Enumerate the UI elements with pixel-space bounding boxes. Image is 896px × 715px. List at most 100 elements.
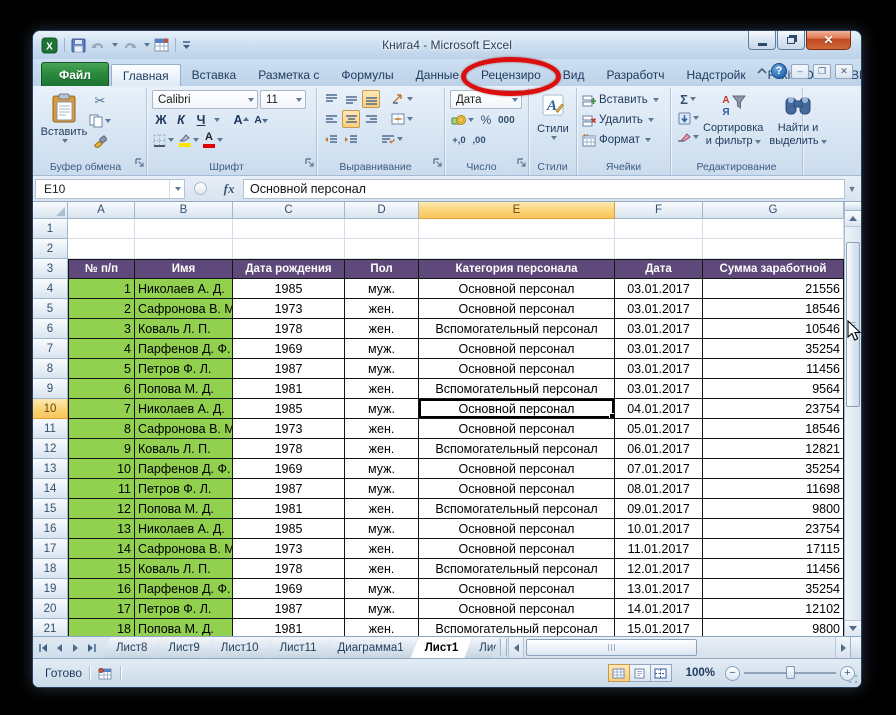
next-sheet-button[interactable] xyxy=(68,640,83,656)
row-header-5[interactable]: 5 xyxy=(33,299,68,319)
last-sheet-button[interactable] xyxy=(84,640,99,656)
page-break-view-button[interactable] xyxy=(649,664,672,682)
tab-area-splitter[interactable] xyxy=(500,639,507,656)
horizontal-scrollbar[interactable] xyxy=(523,637,835,658)
cell-E19[interactable]: Основной персонал xyxy=(419,579,615,599)
table-header-cell[interactable]: Категория персонала xyxy=(419,259,615,279)
cell-B2[interactable] xyxy=(135,239,233,259)
sheet-tab-sheet9[interactable]: Лист9 xyxy=(154,637,213,658)
macro-record-button[interactable] xyxy=(97,667,113,680)
formula-input[interactable]: Основной персонал xyxy=(243,178,845,199)
orientation-button[interactable] xyxy=(390,90,414,108)
cell-E6[interactable]: Вспомогательный персонал xyxy=(419,319,615,339)
cell-C20[interactable]: 1987 xyxy=(233,599,345,619)
cell-F1[interactable] xyxy=(615,219,703,239)
ribbon-tab-view[interactable]: Вид xyxy=(552,64,596,86)
cell-E17[interactable]: Основной персонал xyxy=(419,539,615,559)
cell-A5[interactable]: 2 xyxy=(68,299,135,319)
cell-E10[interactable]: Основной персонал xyxy=(419,399,615,419)
cell-C16[interactable]: 1985 xyxy=(233,519,345,539)
cell-C9[interactable]: 1981 xyxy=(233,379,345,399)
cell-C21[interactable]: 1981 xyxy=(233,619,345,636)
page-layout-view-button[interactable] xyxy=(628,664,651,682)
ribbon-tab-developer[interactable]: Разработч xyxy=(595,64,675,86)
cell-A20[interactable]: 17 xyxy=(68,599,135,619)
fill-button[interactable] xyxy=(676,109,700,127)
autosum-button[interactable]: Σ xyxy=(676,90,700,108)
vertical-scroll-thumb[interactable] xyxy=(846,242,860,407)
row-header-11[interactable]: 11 xyxy=(33,419,68,439)
cell-E15[interactable]: Вспомогательный персонал xyxy=(419,499,615,519)
cell-C15[interactable]: 1981 xyxy=(233,499,345,519)
cell-F13[interactable]: 07.01.2017 xyxy=(615,459,703,479)
cell-G10[interactable]: 23754 xyxy=(703,399,844,419)
cell-E5[interactable]: Основной персонал xyxy=(419,299,615,319)
scroll-up-button[interactable] xyxy=(845,211,861,227)
cell-A19[interactable]: 16 xyxy=(68,579,135,599)
italic-button[interactable]: К xyxy=(172,111,190,129)
cell-A21[interactable]: 18 xyxy=(68,619,135,636)
save-button[interactable] xyxy=(71,38,86,53)
cell-F9[interactable]: 03.01.2017 xyxy=(615,379,703,399)
cell-E1[interactable] xyxy=(419,219,615,239)
cell-D11[interactable]: жен. xyxy=(345,419,419,439)
collapse-ribbon-icon[interactable] xyxy=(757,68,767,74)
vertical-scrollbar[interactable] xyxy=(844,202,861,636)
cell-F17[interactable]: 11.01.2017 xyxy=(615,539,703,559)
cell-G16[interactable]: 23754 xyxy=(703,519,844,539)
cell-B16[interactable]: Николаев А. Д. xyxy=(135,519,233,539)
cell-B17[interactable]: Сафронова В. М. xyxy=(135,539,233,559)
hscroll-split-box[interactable] xyxy=(850,637,861,658)
row-header-3[interactable]: 3 xyxy=(33,259,68,279)
cell-G5[interactable]: 18546 xyxy=(703,299,844,319)
cell-D19[interactable]: муж. xyxy=(345,579,419,599)
cell-F8[interactable]: 03.01.2017 xyxy=(615,359,703,379)
ribbon-tab-formulas[interactable]: Формулы xyxy=(330,64,404,86)
cell-B19[interactable]: Парфенов Д. Ф. xyxy=(135,579,233,599)
increase-indent-button[interactable] xyxy=(342,130,360,148)
cell-A11[interactable]: 8 xyxy=(68,419,135,439)
cell-C4[interactable]: 1985 xyxy=(233,279,345,299)
cell-E11[interactable]: Основной персонал xyxy=(419,419,615,439)
cell-G21[interactable]: 9800 xyxy=(703,619,844,636)
scroll-down-button[interactable] xyxy=(845,620,861,636)
table-header-cell[interactable]: Пол xyxy=(345,259,419,279)
cell-G20[interactable]: 12102 xyxy=(703,599,844,619)
minimize-button[interactable] xyxy=(748,31,776,50)
find-select-button[interactable]: Найти и выделить xyxy=(766,90,829,151)
table-header-cell[interactable]: Дата рождения xyxy=(233,259,345,279)
cell-E13[interactable]: Основной персонал xyxy=(419,459,615,479)
cell-A15[interactable]: 12 xyxy=(68,499,135,519)
cell-F11[interactable]: 05.01.2017 xyxy=(615,419,703,439)
cell-D5[interactable]: жен. xyxy=(345,299,419,319)
cell-C8[interactable]: 1987 xyxy=(233,359,345,379)
number-format-combo[interactable]: Дата xyxy=(450,90,522,109)
cell-D15[interactable]: жен. xyxy=(345,499,419,519)
workbook-minimize-button[interactable]: – xyxy=(791,63,809,79)
undo-button[interactable] xyxy=(90,39,106,52)
row-header-12[interactable]: 12 xyxy=(33,439,68,459)
clipboard-dialog-launcher[interactable] xyxy=(135,154,144,172)
row-header-14[interactable]: 14 xyxy=(33,479,68,499)
row-header-13[interactable]: 13 xyxy=(33,459,68,479)
column-header-G[interactable]: G xyxy=(703,202,844,219)
align-center-button[interactable] xyxy=(342,110,360,128)
first-sheet-button[interactable] xyxy=(36,640,51,656)
cell-B18[interactable]: Коваль Л. П. xyxy=(135,559,233,579)
cell-G18[interactable]: 11456 xyxy=(703,559,844,579)
cell-C13[interactable]: 1969 xyxy=(233,459,345,479)
cell-D21[interactable]: жен. xyxy=(345,619,419,636)
underline-dropdown-arrow[interactable] xyxy=(214,118,220,122)
cell-G6[interactable]: 10546 xyxy=(703,319,844,339)
qat-customize-icon[interactable] xyxy=(182,40,191,50)
cell-D2[interactable] xyxy=(345,239,419,259)
comma-style-button[interactable]: 000 xyxy=(497,111,516,129)
row-header-10[interactable]: 10 xyxy=(33,399,68,419)
cell-A8[interactable]: 5 xyxy=(68,359,135,379)
resize-grip[interactable] xyxy=(848,674,858,684)
table-tool-button[interactable] xyxy=(154,38,169,52)
zoom-slider-thumb[interactable] xyxy=(786,666,795,679)
cell-A18[interactable]: 15 xyxy=(68,559,135,579)
copy-button[interactable] xyxy=(88,112,112,130)
column-header-D[interactable]: D xyxy=(345,202,419,219)
